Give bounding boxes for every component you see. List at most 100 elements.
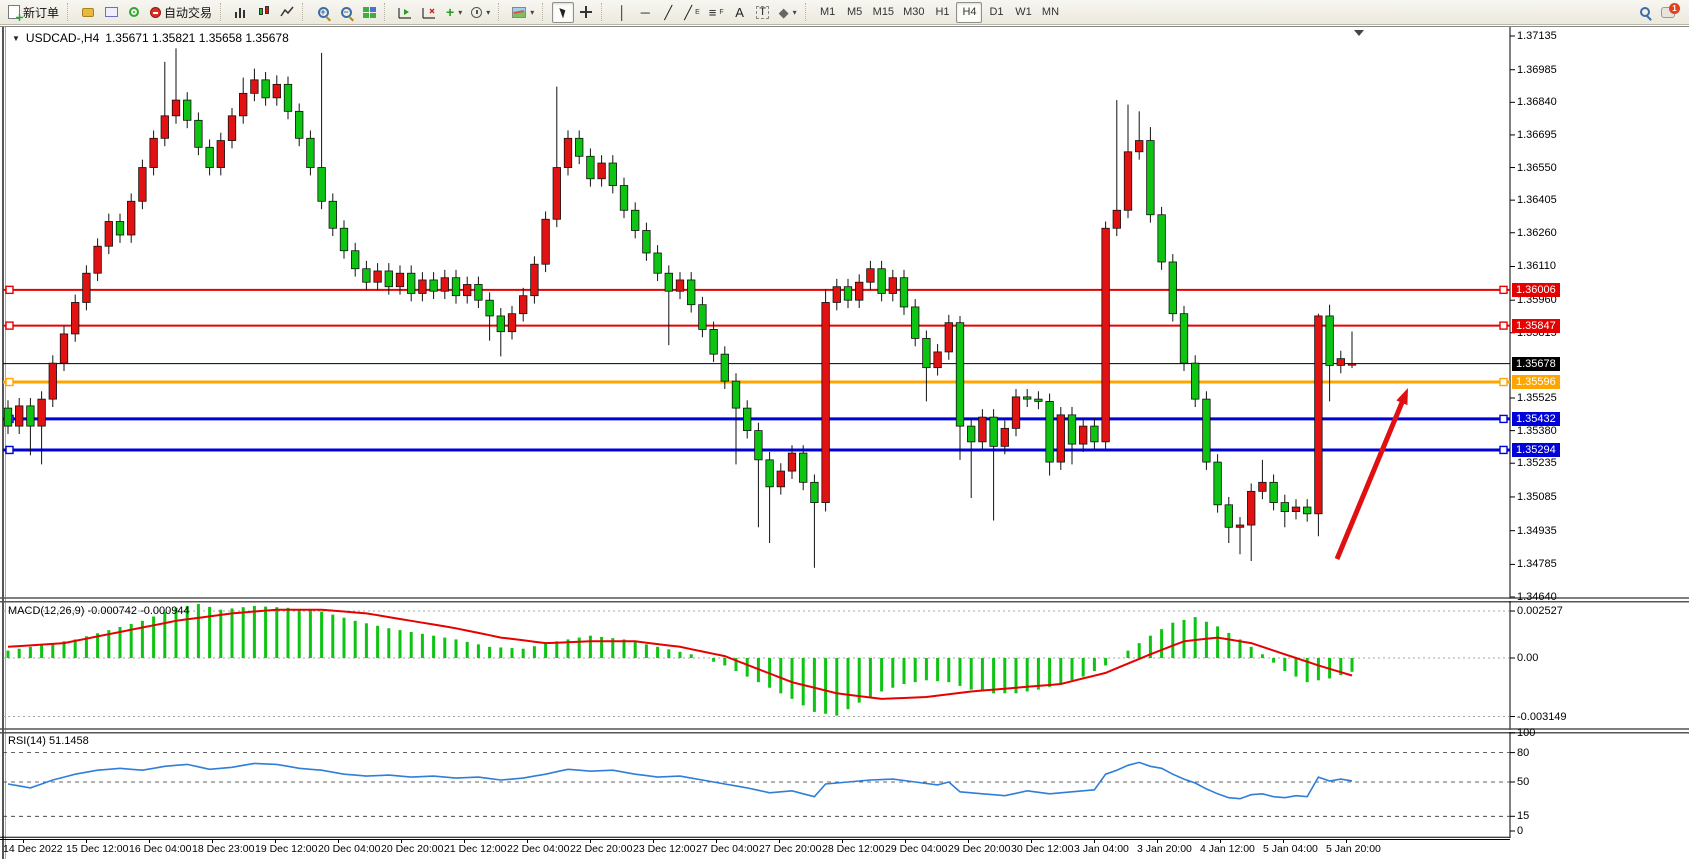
candle: [766, 460, 774, 487]
line-chart-button[interactable]: [276, 2, 298, 23]
time-axis-label: 23 Dec 12:00: [633, 843, 695, 855]
vline-tool-button[interactable]: │: [611, 2, 633, 23]
timeframe-m5-button[interactable]: M5: [842, 2, 868, 23]
macd-panel[interactable]: [0, 601, 1689, 730]
macd-name: MACD(12,26,9): [8, 605, 84, 617]
chart-window-button[interactable]: [100, 2, 122, 23]
fibonacci-tool-button[interactable]: ≡F: [705, 2, 728, 23]
line-handle[interactable]: [6, 379, 13, 386]
candle: [665, 273, 673, 291]
candle: [4, 408, 12, 426]
candle: [1012, 397, 1020, 428]
notifications-button[interactable]: 1: [1657, 2, 1679, 23]
candlestick-chart-button[interactable]: [253, 2, 275, 23]
candle: [351, 251, 359, 269]
new-order-button[interactable]: 新订单: [4, 2, 63, 23]
candle: [1348, 364, 1356, 366]
candle: [262, 80, 270, 98]
timeframe-h1-button[interactable]: H1: [929, 2, 955, 23]
timeframe-m15-button[interactable]: M15: [869, 2, 898, 23]
timeframe-d1-button[interactable]: D1: [983, 2, 1009, 23]
candle: [1326, 316, 1334, 365]
tile-windows-button[interactable]: [358, 2, 380, 23]
candle: [150, 138, 158, 167]
timeframe-mn-button[interactable]: MN: [1037, 2, 1063, 23]
fibonacci-sub-label: F: [719, 9, 723, 16]
candle: [206, 147, 214, 167]
price-tick-label: 1.36695: [1517, 129, 1557, 141]
timeframe-w1-button[interactable]: W1: [1010, 2, 1036, 23]
macd-label: MACD(12,26,9) -0.000742 -0.000944: [8, 605, 190, 617]
candlestick-icon: [258, 6, 271, 18]
chart-shift-button[interactable]: [418, 2, 441, 23]
price-level-badge: 1.35294: [1512, 443, 1560, 457]
add-indicator-button[interactable]: + ▾: [442, 2, 466, 23]
signals-button[interactable]: [123, 2, 145, 23]
candle: [430, 280, 438, 291]
candle: [71, 302, 79, 333]
trendline-tool-button[interactable]: ╱: [657, 2, 679, 23]
line-handle[interactable]: [1500, 379, 1507, 386]
line-handle[interactable]: [1500, 322, 1507, 329]
line-handle[interactable]: [1500, 415, 1507, 422]
chart-shift-marker[interactable]: [1354, 30, 1364, 36]
rsi-tick-label: 0: [1517, 825, 1523, 837]
line-handle[interactable]: [6, 446, 13, 453]
rsi-tick-label: 80: [1517, 747, 1529, 759]
candle: [1135, 141, 1143, 152]
candle: [1337, 359, 1345, 366]
text-tool-button[interactable]: A: [729, 2, 751, 23]
chat-icon: 1: [1661, 7, 1675, 18]
line-handle[interactable]: [6, 322, 13, 329]
label-tool-button[interactable]: T: [752, 2, 774, 23]
line-handle[interactable]: [6, 286, 13, 293]
candle: [755, 431, 763, 460]
zoom-out-button[interactable]: −: [335, 2, 357, 23]
autotrade-label: 自动交易: [164, 4, 212, 21]
line-handle[interactable]: [1500, 446, 1507, 453]
shapes-tool-button[interactable]: ◆ ▾: [775, 2, 801, 23]
line-handle[interactable]: [1500, 286, 1507, 293]
cursor-tool-button[interactable]: [552, 2, 574, 23]
zoom-in-button[interactable]: +: [312, 2, 334, 23]
hline-tool-button[interactable]: ─: [634, 2, 656, 23]
toolbar-separator: [498, 3, 504, 21]
candle: [923, 338, 931, 367]
crosshair-tool-button[interactable]: [575, 2, 597, 23]
price-level-badge: 1.35596: [1512, 375, 1560, 389]
search-button[interactable]: [1634, 2, 1656, 23]
timeframe-m30-button[interactable]: M30: [899, 2, 928, 23]
period-button[interactable]: ▾: [467, 2, 494, 23]
toolbar-separator: [542, 3, 548, 21]
macd-tick-label: 0.00: [1517, 652, 1538, 664]
time-tick: [1031, 839, 1032, 843]
chart-title: ▼ USDCAD-,H4 1.35671 1.35821 1.35658 1.3…: [12, 31, 289, 45]
autotrade-button[interactable]: 自动交易: [146, 2, 216, 23]
candle: [844, 287, 852, 300]
candle: [284, 84, 292, 111]
fibonacci-icon: ≡: [709, 6, 717, 19]
candle: [27, 406, 35, 426]
rsi-panel[interactable]: [0, 732, 1689, 838]
candle: [620, 186, 628, 211]
timeframe-h4-button[interactable]: H4: [956, 2, 982, 23]
collapse-icon[interactable]: ▼: [12, 34, 20, 43]
candle: [419, 280, 427, 293]
trend-arrow-annotation[interactable]: [1337, 388, 1408, 559]
timeframe-m1-button[interactable]: M1: [815, 2, 841, 23]
time-tick: [905, 839, 906, 843]
chart-shift-icon: [422, 6, 437, 19]
templates-button[interactable]: ▾: [508, 2, 538, 23]
rsi-name: RSI(14): [8, 735, 46, 747]
chart-symbol-period: USDCAD-,H4: [26, 31, 99, 45]
channel-tool-button[interactable]: ╱E: [680, 2, 704, 23]
rsi-label: RSI(14) 51.1458: [8, 735, 89, 747]
auto-scroll-button[interactable]: [394, 2, 417, 23]
time-axis-label: 4 Jan 12:00: [1200, 843, 1255, 855]
candle: [139, 168, 147, 202]
main-chart-panel[interactable]: [0, 27, 1689, 599]
bar-chart-button[interactable]: [230, 2, 252, 23]
time-axis-label: 28 Dec 12:00: [822, 843, 884, 855]
chart-window[interactable]: ▼ USDCAD-,H4 1.35671 1.35821 1.35658 1.3…: [0, 26, 1689, 859]
market-watch-button[interactable]: [77, 2, 99, 23]
